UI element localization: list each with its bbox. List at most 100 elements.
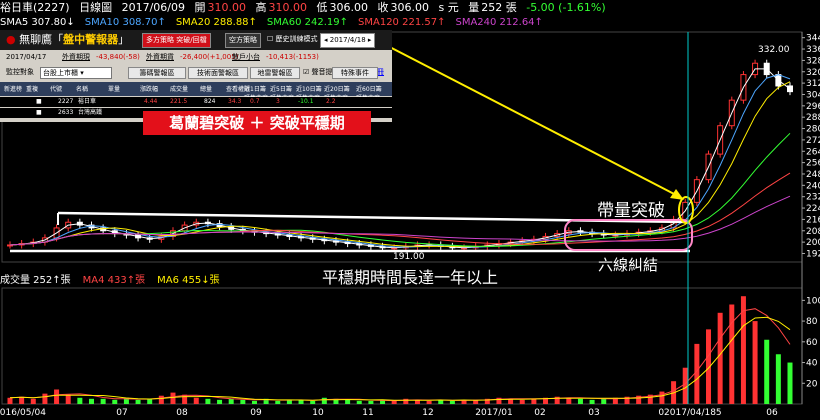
volume-bar (158, 395, 164, 404)
volume-bar (368, 400, 374, 404)
volume-bar (65, 394, 71, 404)
peak-label: 332.00 (758, 45, 790, 55)
volume-bar (764, 339, 770, 404)
volume-bar (321, 397, 327, 404)
volume-bar (30, 398, 36, 404)
volume-bar (601, 398, 607, 404)
x-tick-label: 08 (176, 408, 188, 418)
volume-bar (426, 400, 432, 404)
grid-header-cell[interactable]: 名稱 (76, 84, 102, 93)
chart-stage: 裕日車(2227) 日線圖 2017/06/09 開 310.00 高 310.00… (0, 0, 820, 420)
price-tick-label: 240 (806, 181, 820, 191)
pointer-arrow-line (379, 41, 679, 197)
volume-legend-item: 成交量 252↑張 (0, 275, 71, 286)
volume-bar (752, 321, 758, 404)
trough-label: 191.00 (393, 252, 425, 262)
short-strategy-button[interactable]: 空方策略 (225, 33, 261, 48)
volume-bar (228, 398, 234, 404)
grid-header-cell[interactable]: 重複 (26, 84, 52, 93)
volume-bar (310, 400, 316, 404)
volume-bar (775, 354, 781, 404)
grid-header-cell[interactable]: 單量 (108, 84, 134, 93)
volume-bar (88, 398, 94, 404)
logo-pre: 無聊鷹「 (19, 33, 64, 46)
price-tick-label: 248 (806, 170, 820, 180)
volume-tick-label: 100 (806, 296, 820, 306)
price-tick-label: 192 (806, 249, 820, 259)
grid-header-cell[interactable]: 代號 (50, 84, 76, 93)
date-picker[interactable]: ◂ 2017/4/18 ▸ (320, 33, 376, 48)
x-tick-label: 06 (766, 408, 778, 418)
history-mode-checkbox[interactable]: ☐ 歷史訓練模式 (264, 33, 321, 46)
inst-label[interactable]: 外資期貨 (146, 52, 174, 63)
monitor-label: 監控對象 (6, 68, 34, 76)
alert-panel: ● 無聊鷹「盤中警報器」 多方策略 突破/回檔 空方策略 ☐ 歷史訓練模式 ◂ … (0, 30, 392, 122)
volume-bar (275, 400, 281, 404)
volume-bar (251, 400, 257, 404)
grid-header-cell[interactable]: 總量 (200, 84, 226, 93)
x-tick-label: 02017/04/185 (658, 408, 721, 418)
x-tick-label: 10 (312, 408, 324, 418)
monitor-select[interactable]: 台股上市櫃 ▾ (40, 67, 112, 79)
volume-bar (193, 397, 199, 404)
price-tick-label: 296 (806, 102, 820, 112)
six-lines-annotation: 六線糾結 (598, 256, 659, 274)
ext-value: -43,840(-58) (96, 53, 140, 61)
price-tick-label: 320 (806, 68, 820, 78)
grid-header-cell[interactable]: 漲跌幅 (140, 84, 166, 93)
monitor-select-value: 台股上市櫃 (43, 69, 78, 77)
volume-bar (42, 393, 48, 404)
mine-alert-button[interactable]: 地雷警報區 (250, 67, 300, 79)
date-picker-value: 2017/4/18 (329, 36, 366, 44)
volume-bar (717, 312, 723, 404)
history-mode-label: 歷史訓練模式 (275, 35, 318, 43)
retail-label[interactable]: 散戶小台 (232, 52, 260, 63)
volume-bar (7, 397, 13, 404)
long-strategy-button[interactable]: 多方策略 突破/回檔 (142, 33, 211, 48)
volume-bar (205, 398, 211, 404)
pointer-arrow-head (670, 189, 684, 200)
grid-cell: 824 (204, 98, 216, 105)
volume-bar (729, 304, 735, 404)
logo-main: 盤中警報器 (63, 33, 119, 46)
price-tick-label: 272 (806, 136, 820, 146)
volume-bar (659, 391, 665, 404)
grid-header: 新進榜重複代號名稱單量漲跌幅成交量總量查看權限近1日籌碼集中度近5日籌碼集中度近… (0, 82, 392, 102)
x-tick-label: 02 (534, 408, 545, 418)
volume-bar (240, 399, 246, 404)
chip-alert-button[interactable]: 籌碼警報區 (128, 67, 186, 79)
grid-cell: ■ (36, 109, 42, 116)
special-event-button[interactable]: 特殊事件 (332, 67, 378, 79)
volume-tick-label: 80 (806, 317, 818, 327)
volume-bar (589, 399, 595, 404)
x-tick-label: 12 (422, 408, 433, 418)
volume-tick-label: 60 (806, 338, 818, 348)
price-tick-label: 208 (806, 227, 820, 237)
grid-cell: 3 (276, 98, 280, 105)
volume-bar (345, 399, 351, 404)
grid-cell: 34.3 (228, 98, 242, 105)
stats-date: 2017/04/17 (6, 53, 47, 61)
strategy-banner: 葛蘭碧突破 ＋ 突破平穩期 (143, 111, 371, 135)
grid-cell: 221.5 (170, 98, 188, 105)
volume-legend-item: MA4 433↑張 (82, 275, 146, 286)
logo-post: 」 (118, 33, 130, 46)
volume-legend: 成交量 252↑張 MA4 433↑張 MA6 455↓張 (0, 275, 820, 287)
x-tick-label: 03 (588, 408, 599, 418)
panel-titlebar: ● 無聊鷹「盤中警報器」 多方策略 突破/回檔 空方策略 ☐ 歷史訓練模式 ◂ … (0, 30, 392, 50)
x-tick-label: 07 (116, 408, 127, 418)
price-tick-label: 288 (806, 113, 820, 123)
price-tick-label: 216 (806, 215, 820, 225)
ext-label[interactable]: 外資期現 (62, 52, 90, 63)
grid-cell: 4.44 (144, 98, 158, 105)
retail-value: -10,413(-1153) (266, 53, 319, 61)
grid-cell: 台灣高鐵 (78, 109, 103, 116)
grid-header-cell[interactable]: 成交量 (170, 84, 196, 93)
x-tick-label: 11 (362, 408, 373, 418)
grid-cell: -10.1 (298, 98, 314, 105)
grid-row[interactable]: ■ 2227 裕日車 4.44 221.5 824 34.3 0.7 3 -10.1 2.2 (0, 97, 392, 107)
price-tick-label: 264 (806, 147, 820, 157)
grid-cell: 裕日車 (78, 98, 97, 105)
technical-alert-button[interactable]: 技術面警報區 (188, 67, 248, 79)
grid-cell: 2227 (58, 98, 74, 105)
